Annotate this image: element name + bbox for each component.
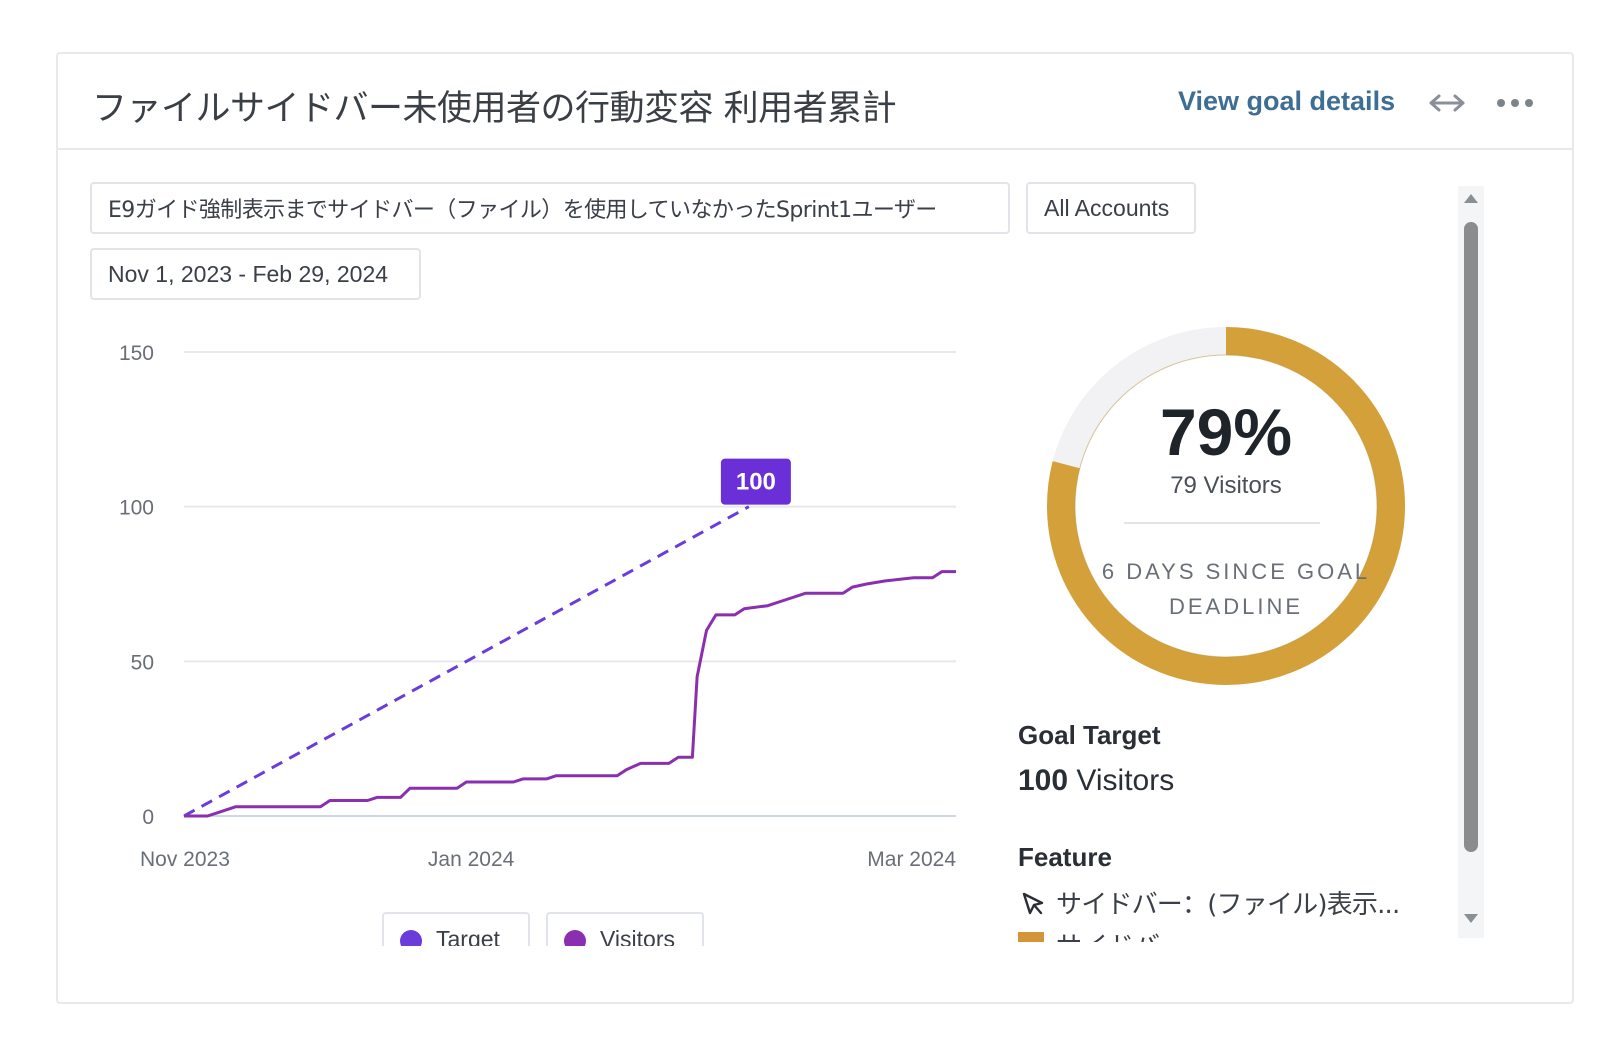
card-title: ファイルサイドバー未使用者の行動変容 利用者累計 bbox=[92, 89, 897, 129]
legend-item-visitors[interactable]: Visitors bbox=[546, 912, 704, 946]
y-tick-label: 150 bbox=[119, 342, 154, 365]
goal-line-chart: 0 50 100 150 Nov 2023 Jan 2024 Mar 2024 100 bbox=[119, 342, 956, 871]
accounts-filter[interactable]: All Accounts bbox=[1026, 182, 1196, 234]
date-range-filter[interactable]: Nov 1, 2023 - Feb 29, 2024 bbox=[90, 248, 421, 300]
goal-percent: 79% bbox=[1159, 395, 1293, 469]
feature-item-2-label: サイドバー bbox=[1056, 932, 1186, 942]
visitors-series-line bbox=[184, 570, 956, 818]
x-tick-label: Jan 2024 bbox=[428, 848, 515, 871]
feature-item[interactable]: サイドバー：(ファイル)表示... bbox=[1018, 884, 1428, 920]
scrollbar-thumb[interactable] bbox=[1464, 222, 1478, 852]
chart-legend: Target Visitors bbox=[382, 912, 722, 946]
scroll-down-arrow-icon[interactable] bbox=[1464, 914, 1478, 923]
goal-progress-donut bbox=[1047, 327, 1405, 685]
cursor-click-icon bbox=[1022, 892, 1044, 915]
goal-target-value: 100 Visitors bbox=[1018, 764, 1174, 798]
goal-visitors-count: 79 Visitors bbox=[1170, 472, 1282, 499]
y-tick-label: 0 bbox=[142, 806, 154, 829]
x-tick-label: Mar 2024 bbox=[867, 848, 956, 871]
view-goal-details-link[interactable]: View goal details bbox=[1178, 86, 1395, 117]
legend-visitors-swatch bbox=[564, 930, 586, 946]
legend-target-swatch bbox=[400, 930, 422, 946]
goal-target-number: 100 bbox=[1018, 764, 1069, 797]
more-horizontal-icon[interactable] bbox=[1495, 92, 1535, 114]
feature-item-2[interactable]: サイドバー bbox=[1018, 926, 1428, 942]
target-end-label: 100 bbox=[736, 469, 776, 496]
goal-target-unit: Visitors bbox=[1076, 764, 1175, 797]
y-tick-label: 50 bbox=[131, 651, 154, 674]
expand-horizontal-icon[interactable] bbox=[1428, 90, 1466, 116]
goal-card: ファイルサイドバー未使用者の行動変容 利用者累計 View goal detai… bbox=[56, 52, 1574, 1004]
legend-target-label: Target bbox=[436, 926, 500, 946]
feature-label: Feature bbox=[1018, 842, 1112, 872]
segment-filter[interactable]: E9ガイド強制表示までサイドバー（ファイル）を使用していなかったSprint1ユ… bbox=[90, 182, 1010, 234]
x-tick-label: Nov 2023 bbox=[140, 848, 230, 871]
legend-visitors-label: Visitors bbox=[600, 926, 675, 946]
legend-item-target[interactable]: Target bbox=[382, 912, 530, 946]
feature-color-swatch bbox=[1018, 932, 1044, 942]
donut-divider bbox=[1124, 522, 1320, 524]
scroll-up-arrow-icon[interactable] bbox=[1464, 194, 1478, 203]
goal-target-label: Goal Target bbox=[1018, 720, 1161, 750]
y-tick-label: 100 bbox=[119, 497, 154, 520]
feature-item-label: サイドバー：(ファイル)表示... bbox=[1056, 890, 1400, 920]
goal-deadline-status: 6 DAYS SINCE GOAL DEADLINE bbox=[1101, 559, 1371, 619]
card-header: ファイルサイドバー未使用者の行動変容 利用者累計 View goal detai… bbox=[58, 54, 1572, 150]
